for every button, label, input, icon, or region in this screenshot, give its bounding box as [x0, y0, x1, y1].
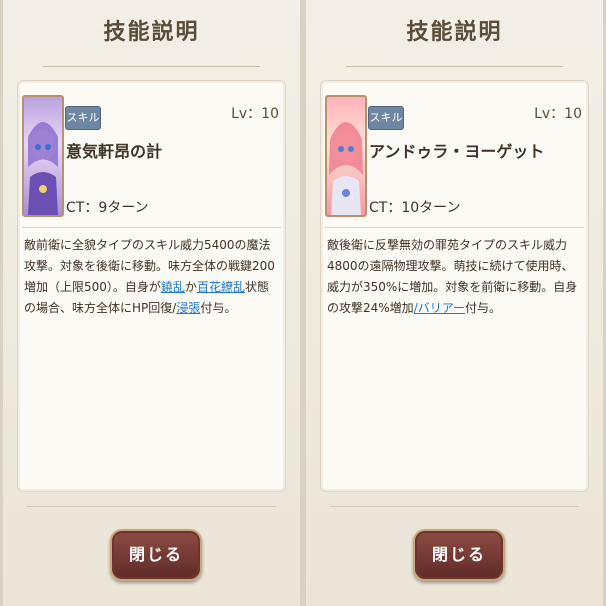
panel-title: 技能説明 [103, 20, 200, 45]
status-link-3[interactable]: 浸張 [176, 301, 200, 315]
character-portrait-image [28, 122, 58, 215]
skill-cooldown: CT：10ターン [369, 200, 461, 216]
status-link-2[interactable]: 百花繚乱 [197, 280, 245, 294]
title-divider [43, 66, 260, 67]
skill-badge: スキル [65, 106, 101, 130]
card-divider [325, 227, 584, 228]
character-portrait-image [329, 122, 363, 215]
status-link-1[interactable]: 鐃乱 [161, 280, 185, 294]
skill-panel-left: 技能説明 スキル Lv：10 意気軒昂の計 CT：9ターン 敵前衛に全貌タイプの… [0, 0, 303, 606]
desc-text: 体にHP回復/ [108, 301, 177, 315]
skill-description: 敵後衛に反撃無効の罪苑タイプのスキル威力4800の遠隔物理攻撃。萌技に続けて使用… [327, 235, 580, 319]
character-portrait [325, 95, 367, 217]
bottom-divider [27, 506, 276, 507]
close-button[interactable]: 閉じる [110, 529, 202, 581]
status-link-1[interactable]: /バリアー [414, 301, 465, 315]
skill-name: アンドゥラ・ヨーゲット [369, 142, 545, 161]
skill-card: スキル Lv：10 アンドゥラ・ヨーゲット CT：10ターン 敵後衛に反撃無効の… [320, 80, 589, 492]
desc-text: 付与。 [465, 301, 502, 315]
skill-badge: スキル [368, 106, 404, 130]
skill-card: スキル Lv：10 意気軒昂の計 CT：9ターン 敵前衛に全貌タイプのスキル威力… [17, 80, 286, 492]
close-button[interactable]: 閉じる [413, 529, 505, 581]
skill-cooldown: CT：9ターン [66, 200, 149, 216]
desc-text: か [184, 280, 197, 294]
skill-name: 意気軒昂の計 [66, 142, 163, 161]
skill-level: Lv：10 [231, 106, 279, 122]
card-divider [22, 227, 281, 228]
skill-level: Lv：10 [534, 106, 582, 122]
bottom-divider [330, 506, 579, 507]
skill-description: 敵前衛に全貌タイプのスキル威力5400の魔法攻撃。対象を後衛に移動。味方全体の戦… [24, 235, 277, 319]
panel-title: 技能説明 [406, 20, 503, 45]
desc-text: 付与。 [200, 301, 237, 315]
title-divider [346, 66, 563, 67]
skill-panel-right: 技能説明 スキル Lv：10 アンドゥラ・ヨーゲット CT：10ターン 敵後衛に… [303, 0, 606, 606]
character-portrait [22, 95, 64, 217]
